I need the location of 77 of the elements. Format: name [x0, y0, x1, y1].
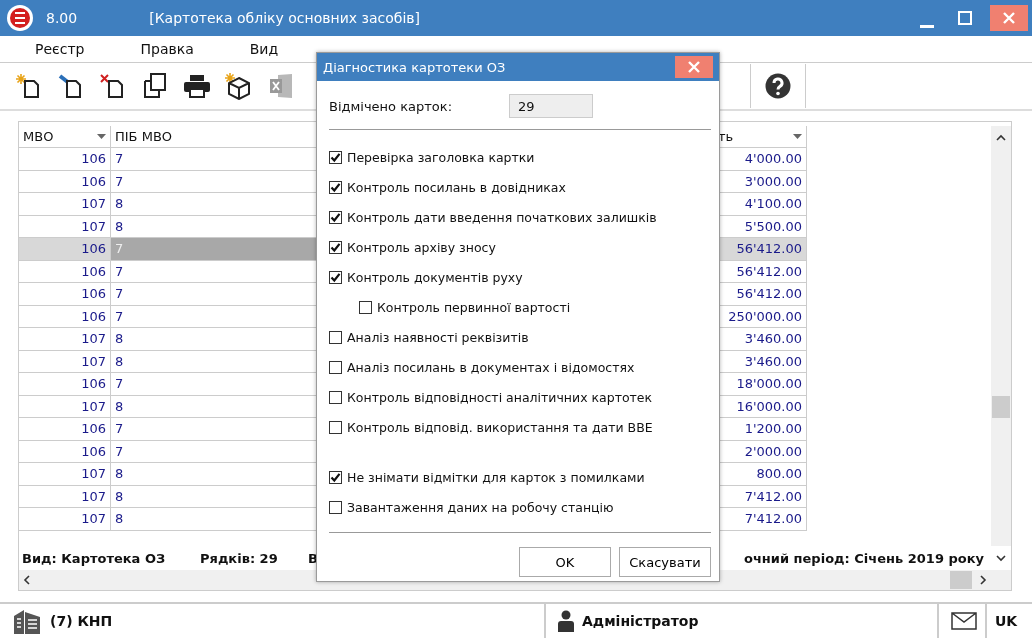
buildings-icon	[12, 608, 42, 634]
table-cell: 106	[19, 260, 111, 283]
menu-item[interactable]: Реєстр	[35, 41, 85, 57]
table-cell: 106	[19, 418, 111, 441]
scroll-left-icon	[23, 575, 30, 585]
table-cell: 107	[19, 328, 111, 351]
close-icon	[1002, 11, 1016, 25]
checkbox[interactable]	[329, 180, 342, 194]
checkbox-label: Не знімати відмітки для карток з помилками	[347, 469, 645, 485]
checkbox-label: Перевірка заголовка картки	[347, 149, 535, 165]
table-cell: 107	[19, 395, 111, 418]
user-name: Адміністратор	[582, 613, 699, 629]
table-cell: 106	[19, 170, 111, 193]
status-text: Рядків: 29	[200, 550, 279, 566]
scroll-down-icon	[996, 554, 1006, 562]
checkbox[interactable]	[329, 240, 342, 254]
table-cell: 106	[19, 305, 111, 328]
table-cell: 106	[19, 283, 111, 306]
menu-item[interactable]: Правка	[140, 41, 194, 57]
dialog-button[interactable]: Скасувати	[619, 547, 711, 577]
app-version: 8.00	[46, 10, 78, 26]
checkbox[interactable]	[329, 150, 342, 164]
scroll-up-icon	[996, 134, 1006, 141]
minimize-icon	[920, 24, 934, 28]
dropdown-icon	[793, 134, 802, 139]
maximize-icon	[958, 11, 972, 25]
window-title: [Картотека обліку основних засобів]	[149, 10, 420, 26]
box-icon	[225, 72, 253, 100]
checkbox-label: Контроль відповід. використання та дати ВВЕ	[347, 419, 653, 435]
table-cell: 107	[19, 215, 111, 238]
status-text: очний період: Січень 2019 року	[744, 550, 984, 566]
table-cell: 107	[19, 193, 111, 216]
app-logo-icon	[6, 4, 34, 32]
scroll-thumb[interactable]	[992, 396, 1010, 418]
mail-icon[interactable]	[951, 612, 977, 630]
checkbox-label: Контроль архіву зносу	[347, 239, 496, 255]
table-cell: 106	[19, 148, 111, 171]
menu-item[interactable]: Вид	[249, 41, 279, 57]
table-cell: 107	[19, 463, 111, 486]
checkbox-label: Аналіз посилань в документах і відомостях	[347, 359, 635, 375]
copy-icon	[143, 73, 167, 99]
field-label: Відмічено карток:	[329, 98, 454, 114]
language-indicator[interactable]: UK	[995, 613, 1018, 629]
help-button[interactable]	[763, 71, 793, 101]
vertical-scrollbar[interactable]	[991, 126, 1011, 546]
input-field[interactable]: 29	[509, 94, 593, 118]
checkbox[interactable]	[329, 470, 342, 484]
checkbox[interactable]	[329, 330, 342, 344]
checkbox[interactable]	[329, 390, 342, 404]
checkbox[interactable]	[329, 360, 342, 374]
close-icon	[687, 60, 701, 74]
table-cell: 107	[19, 350, 111, 373]
table-cell: 106	[19, 238, 111, 261]
table-cell: 107	[19, 508, 111, 531]
close-button[interactable]	[675, 56, 713, 78]
checkbox[interactable]	[329, 420, 342, 434]
checkbox[interactable]	[329, 210, 342, 224]
dialog-button[interactable]: OK	[519, 547, 611, 577]
organization-name: (7) КНП	[50, 613, 113, 629]
status-text: Вид: Картотека ОЗ	[22, 550, 167, 566]
checkbox-label: Контроль посилань в довідниках	[347, 179, 566, 195]
user-icon	[558, 610, 574, 632]
checkbox[interactable]	[329, 500, 342, 514]
spreadsheet-icon	[268, 73, 294, 99]
scroll-thumb[interactable]	[950, 571, 972, 589]
dialog-title: Діагностика картотеки ОЗ	[323, 59, 506, 75]
help-icon	[765, 73, 791, 99]
checkbox-label: Аналіз наявності реквізитів	[347, 329, 529, 345]
checkbox-label: Контроль документів руху	[347, 269, 523, 285]
scroll-right-icon	[980, 575, 987, 585]
printer-icon	[183, 74, 211, 98]
dropdown-icon	[97, 134, 106, 139]
table-cell: 106	[19, 440, 111, 463]
checkbox[interactable]	[329, 270, 342, 284]
checkbox[interactable]	[359, 300, 372, 314]
table-cell: 106	[19, 373, 111, 396]
table-cell: 107	[19, 485, 111, 508]
